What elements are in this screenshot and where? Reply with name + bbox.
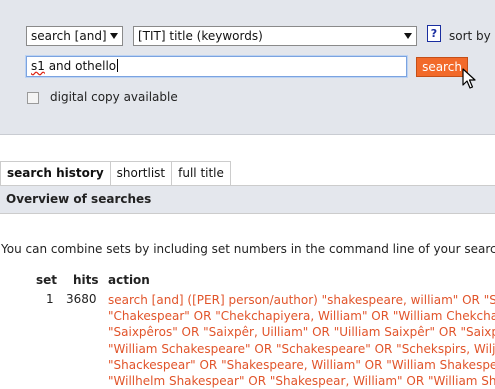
tab-full-title[interactable]: full title bbox=[172, 162, 231, 186]
query-text-first-word: s1 bbox=[31, 59, 45, 73]
field-select-value: [TIT] title (keywords) bbox=[138, 29, 263, 43]
action-line: "Chakespear" OR "Chekchapiyera, William"… bbox=[108, 309, 495, 324]
chevron-down-icon bbox=[110, 33, 118, 39]
tab-shortlist[interactable]: shortlist bbox=[110, 162, 173, 186]
query-text-rest: and othello bbox=[44, 59, 117, 73]
column-header-set: set bbox=[36, 273, 58, 287]
action-line: "Shackespear" OR "Shakespeare, William" … bbox=[108, 357, 495, 372]
sort-by-label: sort by bbox=[449, 29, 491, 43]
row-hits-count: 3680 bbox=[66, 292, 97, 306]
column-header-action: action bbox=[108, 273, 150, 287]
help-button[interactable]: ? bbox=[427, 25, 441, 42]
combine-sets-info: You can combine sets by including set nu… bbox=[1, 242, 495, 256]
operator-select-value: search [and] bbox=[31, 29, 107, 43]
action-line: "Saixpêros" OR "Saixpêr, Uilliam" OR "Ui… bbox=[108, 325, 495, 340]
search-input[interactable]: s1 and othello bbox=[26, 56, 407, 77]
digital-copy-checkbox[interactable] bbox=[27, 92, 39, 104]
action-line: "William Schakespeare" OR "Schakespeare"… bbox=[108, 341, 495, 356]
text-caret bbox=[117, 59, 119, 72]
field-select[interactable]: [TIT] title (keywords) bbox=[133, 26, 417, 46]
row-set-number[interactable]: 1 bbox=[46, 292, 54, 306]
digital-copy-label: digital copy available bbox=[50, 90, 178, 104]
search-panel: search [and] [TIT] title (keywords) ? so… bbox=[0, 0, 495, 135]
tab-bar: search history shortlist full title bbox=[0, 161, 231, 186]
chevron-down-icon bbox=[404, 33, 412, 39]
operator-select[interactable]: search [and] bbox=[26, 26, 123, 46]
tab-search-history[interactable]: search history bbox=[0, 162, 111, 186]
mouse-pointer-icon bbox=[462, 68, 476, 89]
column-header-hits: hits bbox=[73, 273, 99, 287]
overview-heading: Overview of searches bbox=[0, 185, 495, 214]
search-button[interactable]: search bbox=[416, 57, 468, 77]
action-line: search [and] ([PER] person/author) "shak… bbox=[108, 293, 495, 307]
action-line: "Willhelm Shakespear" OR "Shakespear, Wi… bbox=[108, 374, 495, 389]
row-action-link[interactable]: search [and] ([PER] person/author) "shak… bbox=[108, 292, 495, 389]
